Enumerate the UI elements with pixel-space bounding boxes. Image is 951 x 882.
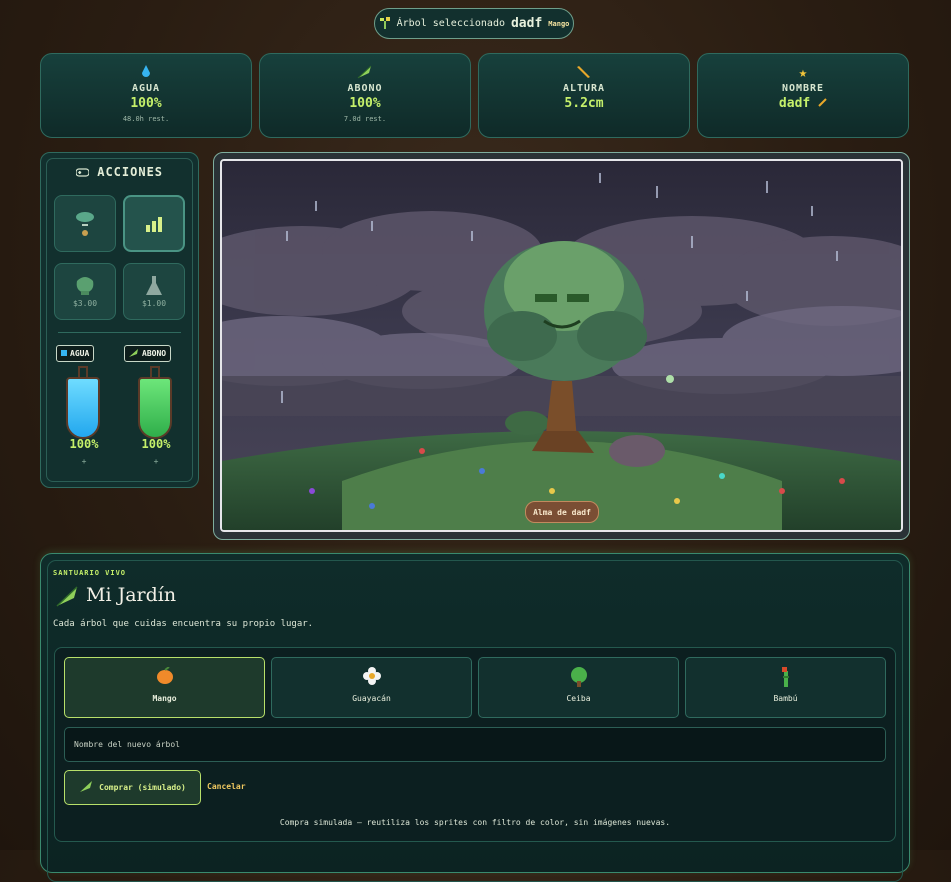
tree-option-guayacan[interactable]: Guayacán <box>271 657 472 718</box>
buy-potion-button[interactable]: $1.00 <box>123 263 185 320</box>
selected-label: Árbol seleccionado <box>396 18 505 29</box>
fertilizer-icon <box>55 275 115 299</box>
flower-icon <box>272 667 471 687</box>
water-tag: AGUA <box>56 345 95 362</box>
tree-option-mango[interactable]: Mango <box>64 657 265 718</box>
tree-scene[interactable] <box>220 159 903 532</box>
water-flask-neck <box>78 366 88 377</box>
leaf-icon <box>260 65 470 81</box>
tree-option-ceiba[interactable]: Ceiba <box>478 657 679 718</box>
actions-divider <box>58 332 181 333</box>
leaf-icon <box>79 780 93 795</box>
stat-label: AGUA <box>131 83 161 94</box>
bamboo-icon <box>686 667 885 687</box>
seed-icon <box>55 208 115 240</box>
garden-description: Cada árbol que cuidas encuentra su propi… <box>53 619 314 629</box>
potion-flask-icon <box>124 275 184 299</box>
stat-water: AGUA 100% 48.0h rest. <box>40 53 252 138</box>
water-percent: 100% <box>69 437 99 451</box>
stat-value: dadf <box>698 96 908 111</box>
fertilizer-tag: ABONO <box>124 345 172 362</box>
stat-label: ABONO <box>347 83 383 94</box>
stat-sub: 48.0h rest. <box>122 115 170 123</box>
bars-chart-icon <box>125 216 183 234</box>
buy-fertilizer-button[interactable]: $3.00 <box>54 263 116 320</box>
new-tree-name-input[interactable] <box>64 727 886 762</box>
stats-button[interactable] <box>123 195 185 252</box>
simulated-purchase-note: Compra simulada — reutiliza los sprites … <box>279 818 671 827</box>
leaf-icon <box>129 348 139 359</box>
stat-label: ALTURA <box>562 83 606 94</box>
stat-height: ALTURA 5.2cm <box>478 53 690 138</box>
tree-name-value: dadf <box>778 96 811 111</box>
tree-option-bambu[interactable]: Bambú <box>685 657 886 718</box>
fertilizer-meter <box>138 377 172 439</box>
gamepad-icon <box>75 165 97 179</box>
buy-button[interactable]: Comprar (simulado) <box>64 770 201 805</box>
stat-name: ★ NOMBRE dadf <box>697 53 909 138</box>
garden-title: Mi Jardín <box>86 584 177 606</box>
star-icon: ★ <box>798 65 808 81</box>
stat-sub: 7.0d rest. <box>343 115 387 123</box>
stat-value: 5.2cm <box>564 96 604 111</box>
stat-label: NOMBRE <box>781 83 825 94</box>
add-fertilizer-button[interactable]: + <box>126 457 186 466</box>
soul-label: Alma de dadf <box>525 501 599 523</box>
selected-tree-name: dadf <box>510 16 543 31</box>
fertilizer-percent: 100% <box>141 437 171 451</box>
ruler-icon <box>479 65 689 81</box>
leaf-icon <box>55 585 79 611</box>
add-water-button[interactable]: + <box>54 457 114 466</box>
water-square-icon <box>61 349 67 358</box>
stat-value: 100% <box>349 96 381 111</box>
selected-tree-pill[interactable]: Árbol seleccionado dadf Mango <box>374 8 574 39</box>
species-badge: Mango <box>548 19 570 28</box>
sprout-icon <box>379 16 391 32</box>
plant-seed-button[interactable] <box>54 195 116 252</box>
stat-fertilizer: ABONO 100% 7.0d rest. <box>259 53 471 138</box>
cancel-button[interactable]: Cancelar <box>207 782 246 791</box>
tree-icon <box>479 667 678 687</box>
mango-icon <box>65 666 264 687</box>
fertilizer-flask-neck <box>150 366 160 377</box>
garden-eyebrow: SANTUARIO VIVO <box>53 569 127 577</box>
edit-pencil-icon[interactable] <box>818 96 827 111</box>
actions-title: ACCIONES <box>41 165 198 179</box>
water-drop-icon <box>41 65 251 81</box>
stat-value: 100% <box>130 96 162 111</box>
water-meter <box>66 377 100 439</box>
